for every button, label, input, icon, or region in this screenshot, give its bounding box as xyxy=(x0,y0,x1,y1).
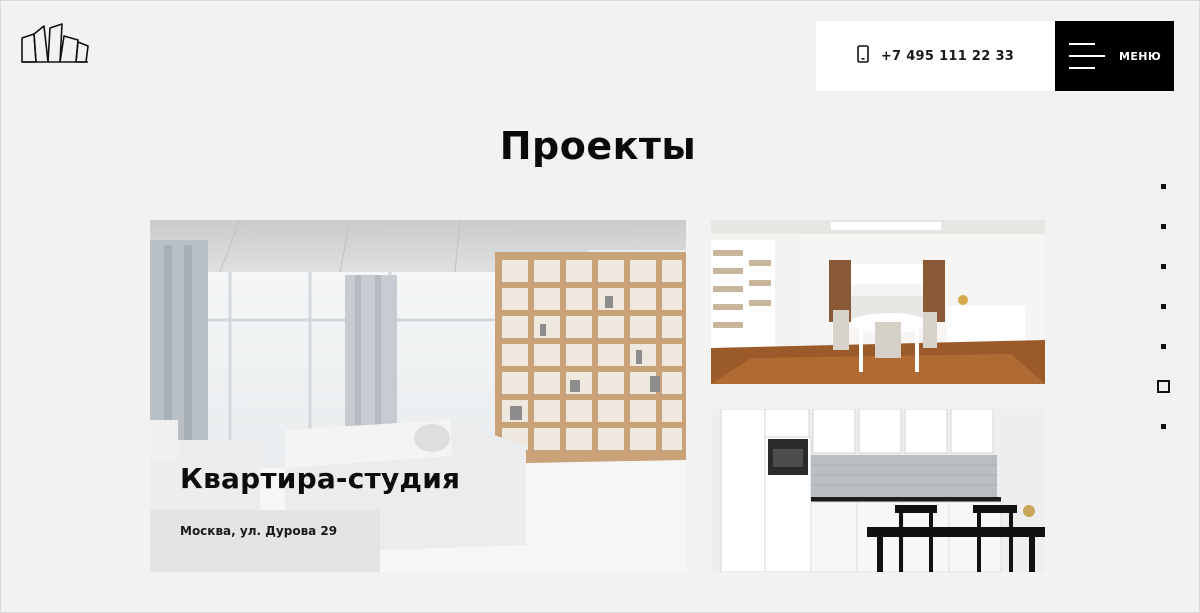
phone-number: +7 495 111 22 33 xyxy=(880,48,1015,64)
burger-menu-icon xyxy=(1069,41,1105,71)
project-card-dining[interactable] xyxy=(711,220,1045,384)
pager-dot-active[interactable] xyxy=(1157,380,1170,393)
phone-button[interactable]: +7 495 111 22 33 xyxy=(816,21,1055,91)
pager-dot[interactable] xyxy=(1161,424,1166,429)
pager-dot[interactable] xyxy=(1161,264,1166,269)
pager-dot[interactable] xyxy=(1161,344,1166,349)
project-card-kitchen[interactable] xyxy=(711,409,1045,572)
pager-dot[interactable] xyxy=(1161,224,1166,229)
menu-button[interactable]: МЕНЮ xyxy=(1055,21,1174,91)
page-title: Проекты xyxy=(499,124,697,168)
logo-icon[interactable] xyxy=(20,20,90,66)
project-card-studio[interactable]: Квартира-студия Москва, ул. Дурова 29 xyxy=(150,220,686,572)
phone-icon xyxy=(857,45,869,67)
project-photo-studio xyxy=(150,220,686,572)
project-photo-kitchen xyxy=(711,409,1045,572)
pager-dot[interactable] xyxy=(1161,304,1166,309)
project-photo-dining xyxy=(711,220,1045,384)
project-address: Москва, ул. Дурова 29 xyxy=(180,524,338,538)
pager-dot[interactable] xyxy=(1161,184,1166,189)
project-title: Квартира-студия xyxy=(180,462,461,495)
menu-label: МЕНЮ xyxy=(1119,49,1162,63)
